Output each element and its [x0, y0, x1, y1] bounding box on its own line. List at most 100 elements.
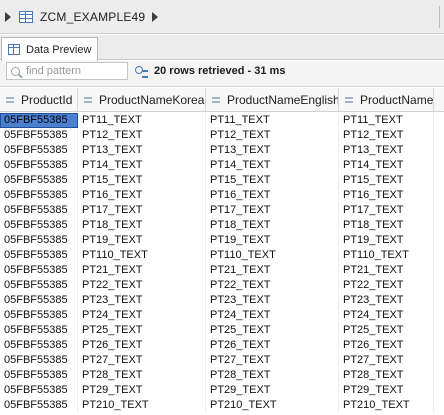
- table-cell[interactable]: PT22_TEXT: [206, 278, 339, 293]
- table-cell[interactable]: 05FBF55385: [0, 233, 78, 248]
- table-cell[interactable]: PT19_TEXT: [78, 233, 206, 248]
- table-row[interactable]: 05FBF55385 PT18_TEXT PT18_TEXT PT18_TEXT: [0, 218, 444, 233]
- table-cell[interactable]: PT210_TEXT: [78, 398, 206, 413]
- table-cell[interactable]: PT26_TEXT: [206, 338, 339, 353]
- table-cell[interactable]: PT110_TEXT: [339, 248, 434, 263]
- table-cell[interactable]: PT28_TEXT: [206, 368, 339, 383]
- table-cell[interactable]: PT24_TEXT: [78, 308, 206, 323]
- table-row[interactable]: 05FBF55385 PT21_TEXT PT21_TEXT PT21_TEXT: [0, 263, 444, 278]
- table-row[interactable]: 05FBF55385 PT13_TEXT PT13_TEXT PT13_TEXT: [0, 143, 444, 158]
- table-cell[interactable]: PT25_TEXT: [206, 323, 339, 338]
- result-grid[interactable]: ProductId ProductNameKorean ProductNameE…: [0, 88, 444, 415]
- column-header-productid[interactable]: ProductId: [0, 88, 78, 112]
- table-cell[interactable]: PT16_TEXT: [206, 188, 339, 203]
- table-cell[interactable]: PT28_TEXT: [78, 368, 206, 383]
- table-cell[interactable]: PT13_TEXT: [78, 143, 206, 158]
- table-row[interactable]: 05FBF55385 PT25_TEXT PT25_TEXT PT25_TEXT: [0, 323, 444, 338]
- table-cell[interactable]: 05FBF55385: [0, 353, 78, 368]
- table-row[interactable]: 05FBF55385 PT11_TEXT PT11_TEXT PT11_TEXT: [0, 113, 444, 128]
- table-cell[interactable]: PT24_TEXT: [339, 308, 434, 323]
- table-row[interactable]: 05FBF55385 PT110_TEXT PT110_TEXT PT110_TEXT: [0, 248, 444, 263]
- table-cell[interactable]: 05FBF55385: [0, 368, 78, 383]
- table-row[interactable]: 05FBF55385 PT27_TEXT PT27_TEXT PT27_TEXT: [0, 353, 444, 368]
- table-cell[interactable]: PT11_TEXT: [78, 113, 206, 128]
- table-cell[interactable]: 05FBF55385: [0, 188, 78, 203]
- table-cell[interactable]: PT17_TEXT: [339, 203, 434, 218]
- table-cell[interactable]: PT28_TEXT: [339, 368, 434, 383]
- column-header-productname[interactable]: ProductName: [339, 88, 434, 112]
- table-row[interactable]: 05FBF55385 PT26_TEXT PT26_TEXT PT26_TEXT: [0, 338, 444, 353]
- table-cell[interactable]: PT13_TEXT: [339, 143, 434, 158]
- table-cell[interactable]: PT19_TEXT: [206, 233, 339, 248]
- table-cell[interactable]: PT16_TEXT: [78, 188, 206, 203]
- table-cell[interactable]: 05FBF55385: [0, 173, 78, 188]
- forward-arrow-icon[interactable]: [152, 11, 159, 22]
- table-cell[interactable]: PT17_TEXT: [78, 203, 206, 218]
- table-cell[interactable]: 05FBF55385: [0, 308, 78, 323]
- table-cell[interactable]: PT12_TEXT: [339, 128, 434, 143]
- table-row[interactable]: 05FBF55385 PT29_TEXT PT29_TEXT PT29_TEXT: [0, 383, 444, 398]
- table-cell[interactable]: 05FBF55385: [0, 203, 78, 218]
- table-cell[interactable]: PT14_TEXT: [206, 158, 339, 173]
- table-row[interactable]: 05FBF55385 PT12_TEXT PT12_TEXT PT12_TEXT: [0, 128, 444, 143]
- table-cell[interactable]: PT27_TEXT: [206, 353, 339, 368]
- table-cell[interactable]: 05FBF55385: [0, 263, 78, 278]
- table-cell[interactable]: 05FBF55385: [0, 293, 78, 308]
- breadcrumb-object-name[interactable]: ZCM_EXAMPLE49: [40, 10, 145, 24]
- table-row[interactable]: 05FBF55385 PT19_TEXT PT19_TEXT PT19_TEXT: [0, 233, 444, 248]
- table-cell[interactable]: PT26_TEXT: [339, 338, 434, 353]
- table-cell[interactable]: PT12_TEXT: [78, 128, 206, 143]
- table-cell[interactable]: PT22_TEXT: [78, 278, 206, 293]
- table-cell[interactable]: PT24_TEXT: [206, 308, 339, 323]
- table-row[interactable]: 05FBF55385 PT28_TEXT PT28_TEXT PT28_TEXT: [0, 368, 444, 383]
- table-cell[interactable]: PT16_TEXT: [339, 188, 434, 203]
- table-cell[interactable]: 05FBF55385: [0, 338, 78, 353]
- table-cell[interactable]: PT26_TEXT: [78, 338, 206, 353]
- table-cell[interactable]: PT210_TEXT: [339, 398, 434, 413]
- table-cell[interactable]: PT110_TEXT: [206, 248, 339, 263]
- table-row[interactable]: 05FBF55385 PT210_TEXT PT210_TEXT PT210_TEXT: [0, 398, 444, 413]
- table-cell[interactable]: PT13_TEXT: [206, 143, 339, 158]
- table-cell[interactable]: 05FBF55385: [0, 218, 78, 233]
- table-cell[interactable]: PT22_TEXT: [339, 278, 434, 293]
- table-cell[interactable]: PT23_TEXT: [339, 293, 434, 308]
- column-header-productnamekorean[interactable]: ProductNameKorean: [78, 88, 206, 112]
- table-row[interactable]: 05FBF55385 PT15_TEXT PT15_TEXT PT15_TEXT: [0, 173, 444, 188]
- table-row[interactable]: 05FBF55385 PT16_TEXT PT16_TEXT PT16_TEXT: [0, 188, 444, 203]
- table-cell[interactable]: PT15_TEXT: [339, 173, 434, 188]
- table-cell[interactable]: 05FBF55385: [0, 383, 78, 398]
- table-cell[interactable]: 05FBF55385: [0, 143, 78, 158]
- table-cell[interactable]: 05FBF55385: [0, 158, 78, 173]
- table-cell[interactable]: PT25_TEXT: [339, 323, 434, 338]
- table-cell[interactable]: PT21_TEXT: [78, 263, 206, 278]
- back-arrow-icon[interactable]: [5, 11, 11, 22]
- table-cell[interactable]: 05FBF55385: [0, 128, 78, 143]
- table-cell[interactable]: PT27_TEXT: [78, 353, 206, 368]
- tab-data-preview[interactable]: Data Preview: [1, 37, 98, 61]
- table-cell[interactable]: PT12_TEXT: [206, 128, 339, 143]
- table-cell[interactable]: PT27_TEXT: [339, 353, 434, 368]
- find-pattern-field[interactable]: [6, 62, 128, 80]
- table-cell[interactable]: PT17_TEXT: [206, 203, 339, 218]
- table-row[interactable]: 05FBF55385 PT24_TEXT PT24_TEXT PT24_TEXT: [0, 308, 444, 323]
- table-cell[interactable]: 05FBF55385: [0, 248, 78, 263]
- table-cell[interactable]: 05FBF55385: [0, 278, 78, 293]
- table-cell[interactable]: PT15_TEXT: [78, 173, 206, 188]
- table-cell[interactable]: PT15_TEXT: [206, 173, 339, 188]
- table-cell[interactable]: PT29_TEXT: [339, 383, 434, 398]
- table-cell[interactable]: PT25_TEXT: [78, 323, 206, 338]
- table-cell[interactable]: PT21_TEXT: [339, 263, 434, 278]
- table-cell[interactable]: PT14_TEXT: [339, 158, 434, 173]
- table-cell[interactable]: PT14_TEXT: [78, 158, 206, 173]
- table-row[interactable]: 05FBF55385 PT23_TEXT PT23_TEXT PT23_TEXT: [0, 293, 444, 308]
- table-cell[interactable]: PT11_TEXT: [206, 113, 339, 128]
- table-cell[interactable]: PT18_TEXT: [78, 218, 206, 233]
- table-cell[interactable]: PT110_TEXT: [78, 248, 206, 263]
- table-cell[interactable]: PT21_TEXT: [206, 263, 339, 278]
- table-cell[interactable]: PT29_TEXT: [206, 383, 339, 398]
- table-cell[interactable]: PT210_TEXT: [206, 398, 339, 413]
- table-cell[interactable]: PT23_TEXT: [206, 293, 339, 308]
- search-input[interactable]: [26, 63, 126, 79]
- table-cell[interactable]: PT29_TEXT: [78, 383, 206, 398]
- table-row[interactable]: 05FBF55385 PT22_TEXT PT22_TEXT PT22_TEXT: [0, 278, 444, 293]
